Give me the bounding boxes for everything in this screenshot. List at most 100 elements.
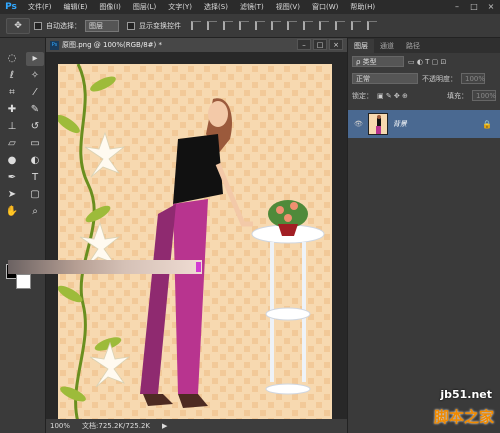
distribute-left-icon[interactable] [335,21,345,30]
align-hcenter-icon[interactable] [255,21,265,30]
hand-tool-icon[interactable]: ✋ [3,205,21,219]
maximize-button[interactable]: □ [467,1,481,12]
align-top-icon[interactable] [191,21,201,30]
lock-icons[interactable]: ▣ ✎ ✥ ⊕ [377,92,408,100]
document-close-button[interactable]: × [329,39,343,50]
type-tool-icon[interactable]: T [26,171,44,185]
document-tab[interactable]: Ps 原图.png @ 100%(RGB/8#) * – □ × [46,38,347,52]
menu-type[interactable]: 文字(Y) [162,2,198,12]
tab-paths[interactable]: 路径 [400,39,426,53]
document-maximize-button[interactable]: □ [313,39,327,50]
align-bottom-icon[interactable] [223,21,233,30]
layer-thumbnail-art [368,114,387,134]
distribute-vcenter-icon[interactable] [303,21,313,30]
layer-thumbnail [367,113,388,135]
fill-label: 填充： [447,91,468,100]
eye-icon[interactable]: 👁 [354,120,363,128]
menu-image[interactable]: 图像(I) [93,2,127,12]
document-icon: Ps [50,40,59,50]
document-title: 原图.png @ 100%(RGB/8#) * [62,41,162,49]
tab-channels[interactable]: 通道 [374,39,400,53]
filter-icons[interactable]: ▭ ◐ T ▢ ⊡ [408,58,446,66]
layer-name[interactable]: 背景 [393,119,407,129]
background-color-swatch[interactable] [16,274,31,289]
lasso-tool-icon[interactable]: ℓ [3,69,21,83]
rectangle-tool-icon[interactable]: ▢ [26,188,44,202]
gradient-tool-icon[interactable]: ▭ [26,137,44,151]
lock-label: 锁定： [352,91,373,100]
tab-layers[interactable]: 图层 [348,39,374,53]
color-gradient-strip [8,260,202,274]
distribute-right-icon[interactable] [367,21,377,30]
align-vcenter-icon[interactable] [207,21,217,30]
menu-help[interactable]: 帮助(H) [344,2,381,12]
document-minimize-button[interactable]: – [297,39,311,50]
status-menu-arrow-icon[interactable]: ▶ [162,422,167,430]
magic-wand-tool-icon[interactable]: ✧ [26,69,44,83]
layer-filter-row: ρ 类型 ▭ ◐ T ▢ ⊡ [348,53,500,70]
fill-field[interactable]: 100% [472,90,496,101]
canvas-area[interactable] [46,52,347,426]
menu-layer[interactable]: 图层(L) [127,2,162,12]
status-bar: 100% 文档:725.2K/725.2K ▶ [46,419,347,433]
history-brush-tool-icon[interactable]: ↺ [26,120,44,134]
distribute-top-icon[interactable] [287,21,297,30]
auto-select-label: 自动选择： [46,21,81,30]
tool-preset-picker[interactable]: ✥ [6,17,30,34]
distribute-bottom-icon[interactable] [319,21,329,30]
opacity-label: 不透明度： [422,74,457,83]
tools-panel: ◌ ▸ ℓ ✧ ⌗ ⁄ ✚ ✎ ⊥ ↺ ▱ ▭ ● ◐ ✒ T ➤ ▢ ✋ ⌕ [0,38,46,433]
show-transform-label: 显示变换控件 [139,21,181,30]
brush-tool-icon[interactable]: ✎ [26,103,44,117]
document-window-controls: – □ × [297,39,343,50]
window-controls: – □ × [450,1,498,12]
eyedropper-tool-icon[interactable]: ⁄ [26,86,44,100]
close-button[interactable]: × [484,1,498,12]
zoom-level[interactable]: 100% [50,422,70,430]
zoom-tool-icon[interactable]: ⌕ [26,205,44,219]
blend-mode-dropdown[interactable]: 正常 [352,73,418,84]
options-bar: ✥ 自动选择： 图层 显示变换控件 [0,14,500,38]
panel-tabs: 图层 通道 路径 [348,38,500,53]
align-left-icon[interactable] [239,21,249,30]
eraser-tool-icon[interactable]: ▱ [3,137,21,151]
menu-filter[interactable]: 滤镜(T) [234,2,270,12]
canvas-artwork [58,64,332,422]
layer-lock-icon: 🔒 [482,119,492,129]
show-transform-checkbox[interactable] [127,21,135,30]
menu-window[interactable]: 窗口(W) [306,2,344,12]
layer-row[interactable]: 👁 背景 🔒 [348,110,500,138]
blend-mode-row: 正常 不透明度： 100% [348,70,500,87]
document-window: Ps 原图.png @ 100%(RGB/8#) * – □ × 100% 文档… [46,38,347,433]
document-size-info: 文档:725.2K/725.2K [82,422,150,430]
canvas[interactable] [58,64,332,422]
layers-panel: 图层 通道 路径 ρ 类型 ▭ ◐ T ▢ ⊡ 正常 不透明度： 100% 锁定… [347,38,500,433]
lock-row: 锁定： ▣ ✎ ✥ ⊕ 填充： 100% [348,87,500,104]
layer-filter-dropdown[interactable]: ρ 类型 [352,56,404,67]
watermark-site: jb51.net [440,388,492,401]
blur-tool-icon[interactable]: ● [3,154,21,168]
menu-edit[interactable]: 编辑(E) [58,2,94,12]
align-buttons [191,21,377,30]
clone-stamp-tool-icon[interactable]: ⊥ [3,120,21,134]
auto-select-dropdown[interactable]: 图层 [85,19,119,32]
minimize-button[interactable]: – [450,1,464,12]
marquee-tool-icon[interactable]: ◌ [3,52,21,66]
dodge-tool-icon[interactable]: ◐ [26,154,44,168]
auto-select-checkbox[interactable] [34,21,42,30]
crop-tool-icon[interactable]: ⌗ [3,86,21,100]
pen-tool-icon[interactable]: ✒ [3,171,21,185]
opacity-field[interactable]: 100% [461,73,485,84]
move-tool-icon[interactable]: ▸ [26,52,44,66]
menu-select[interactable]: 选择(S) [198,2,234,12]
move-tool-icon: ✥ [14,20,22,31]
healing-brush-tool-icon[interactable]: ✚ [3,103,21,117]
menu-file[interactable]: 文件(F) [22,2,58,12]
photoshop-logo: Ps [5,2,17,12]
watermark-chinese: 脚本之家 [433,408,494,426]
align-right-icon[interactable] [271,21,281,30]
gradient-marker [196,262,201,272]
menu-view[interactable]: 视图(V) [270,2,306,12]
distribute-hcenter-icon[interactable] [351,21,361,30]
path-selection-tool-icon[interactable]: ➤ [3,188,21,202]
